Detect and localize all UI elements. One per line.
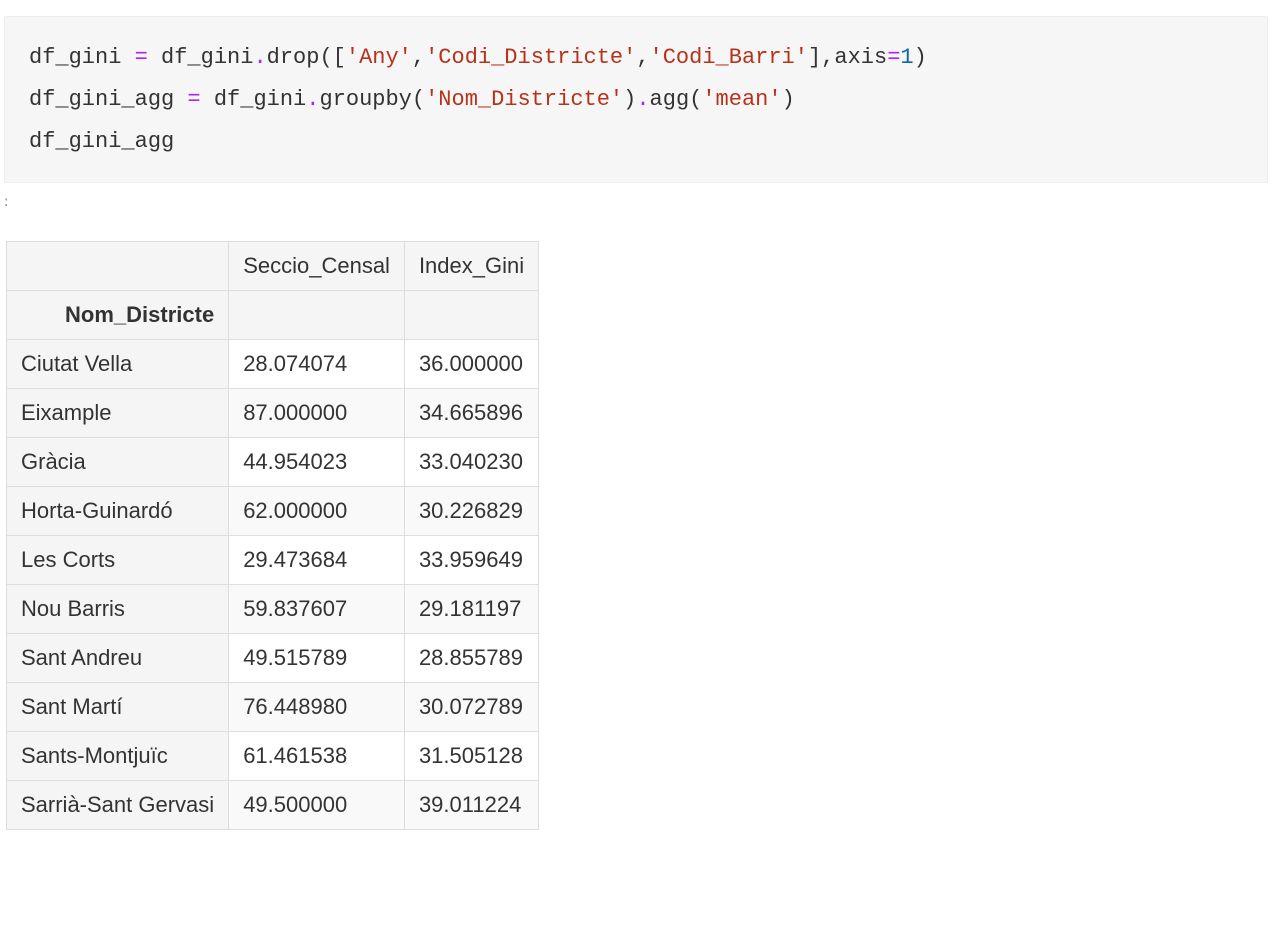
column-header: Seccio_Censal [229,242,405,291]
table-row: Sants-Montjuïc 61.461538 31.505128 [7,732,539,781]
cell: 59.837607 [229,585,405,634]
table-row: Nou Barris 59.837607 29.181197 [7,585,539,634]
code-token: ([ [319,45,345,70]
code-token: drop [267,45,320,70]
table-row: Sant Martí 76.448980 30.072789 [7,683,539,732]
table-row: Horta-Guinardó 62.000000 30.226829 [7,487,539,536]
output-marker: : [0,195,1272,211]
code-token: . [636,87,649,112]
column-header: Index_Gini [404,242,538,291]
dataframe-output: Seccio_Censal Index_Gini Nom_Districte C… [6,241,1272,830]
code-input-cell: df_gini = df_gini.drop(['Any','Codi_Dist… [4,16,1268,183]
code-token: df_gini_agg [29,87,174,112]
row-index: Sant Martí [7,683,229,732]
code-token: df_gini [214,87,306,112]
cell: 28.074074 [229,340,405,389]
code-token: = [121,45,161,70]
code-token: df_gini [161,45,253,70]
table-row: Gràcia 44.954023 33.040230 [7,438,539,487]
code-token: ) [782,87,795,112]
code-token: ( [412,87,425,112]
cell: 44.954023 [229,438,405,487]
cell: 31.505128 [404,732,538,781]
cell: 49.515789 [229,634,405,683]
cell: 33.959649 [404,536,538,585]
cell: 29.181197 [404,585,538,634]
table-header-row: Seccio_Censal Index_Gini [7,242,539,291]
cell: 62.000000 [229,487,405,536]
cell: 28.855789 [404,634,538,683]
cell: 76.448980 [229,683,405,732]
cell: 36.000000 [404,340,538,389]
code-token: = [174,87,214,112]
code-line-2: df_gini_agg = df_gini.groupby('Nom_Distr… [29,79,1243,121]
row-index: Horta-Guinardó [7,487,229,536]
dataframe-table: Seccio_Censal Index_Gini Nom_Districte C… [6,241,539,830]
cell: 30.072789 [404,683,538,732]
code-token: axis [834,45,887,70]
table-row: Sant Andreu 49.515789 28.855789 [7,634,539,683]
code-token: agg [650,87,690,112]
table-row: Ciutat Vella 28.074074 36.000000 [7,340,539,389]
row-index: Eixample [7,389,229,438]
cell: 39.011224 [404,781,538,830]
cell: 87.000000 [229,389,405,438]
table-row: Les Corts 29.473684 33.959649 [7,536,539,585]
row-index: Ciutat Vella [7,340,229,389]
row-index: Les Corts [7,536,229,585]
index-name-cell: Nom_Districte [7,291,229,340]
code-token: 'Nom_Districte' [425,87,623,112]
code-token: df_gini [29,45,121,70]
cell: 49.500000 [229,781,405,830]
row-index: Sarrià-Sant Gervasi [7,781,229,830]
code-line-3: df_gini_agg [29,121,1243,163]
code-token: ) [623,87,636,112]
cell: 29.473684 [229,536,405,585]
code-token: ) [914,45,927,70]
code-token: ( [689,87,702,112]
empty-header-cell [404,291,538,340]
row-index: Sants-Montjuïc [7,732,229,781]
cell: 30.226829 [404,487,538,536]
code-token: df_gini_agg [29,129,174,154]
table-row: Sarrià-Sant Gervasi 49.500000 39.011224 [7,781,539,830]
code-token: , [636,45,649,70]
row-index: Gràcia [7,438,229,487]
table-corner-cell [7,242,229,291]
row-index: Nou Barris [7,585,229,634]
code-token: = [887,45,900,70]
code-token: 'Codi_Barri' [650,45,808,70]
code-token: 'Codi_Districte' [425,45,636,70]
table-row: Eixample 87.000000 34.665896 [7,389,539,438]
code-token: 'Any' [346,45,412,70]
code-token: . [253,45,266,70]
code-token: 1 [900,45,913,70]
row-index: Sant Andreu [7,634,229,683]
code-token: . [306,87,319,112]
cell: 34.665896 [404,389,538,438]
cell: 33.040230 [404,438,538,487]
code-token: ], [808,45,834,70]
cell: 61.461538 [229,732,405,781]
table-index-name-row: Nom_Districte [7,291,539,340]
code-token: 'mean' [702,87,781,112]
code-line-1: df_gini = df_gini.drop(['Any','Codi_Dist… [29,37,1243,79]
code-token: , [412,45,425,70]
code-token: groupby [319,87,411,112]
empty-header-cell [229,291,405,340]
